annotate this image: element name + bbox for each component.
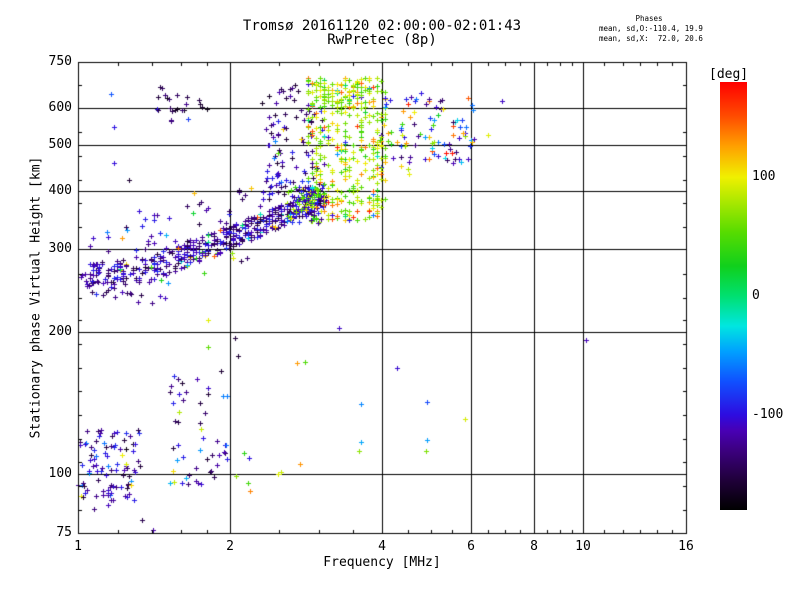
colorbar-tick-label: -100 bbox=[752, 407, 784, 422]
y-tick-label: 750 bbox=[48, 54, 72, 69]
colorbar-unit-label: [deg] bbox=[709, 67, 749, 82]
x-tick-label: 2 bbox=[226, 539, 234, 554]
x-tick-label: 6 bbox=[467, 539, 475, 554]
phase-stats-heading: Phases bbox=[635, 14, 663, 23]
y-tick-label: 400 bbox=[48, 183, 72, 198]
phase-stats-x-mode: mean, sd,X: 72.0, 20.6 bbox=[599, 34, 703, 43]
y-tick-label: 200 bbox=[48, 324, 72, 339]
x-tick-label: 4 bbox=[378, 539, 386, 554]
y-tick-label: 100 bbox=[48, 466, 72, 481]
ionogram-page: Tromsø 20161120 02:00:00-02:01:43 RwPret… bbox=[0, 0, 800, 600]
x-tick-label: 16 bbox=[678, 539, 694, 554]
colorbar-tick-label: 0 bbox=[752, 288, 760, 303]
colorbar bbox=[720, 82, 747, 510]
phase-stats-block: Phases mean, sd,O:-110.4, 19.9 mean, sd,… bbox=[599, 14, 721, 44]
x-axis-title: Frequency [MHz] bbox=[323, 555, 441, 570]
y-tick-label: 75 bbox=[56, 525, 72, 540]
x-tick-label: 8 bbox=[530, 539, 538, 554]
y-tick-label: 600 bbox=[48, 100, 72, 115]
phase-stats-o-mode: mean, sd,O:-110.4, 19.9 bbox=[599, 24, 703, 33]
ionogram-plot-canvas bbox=[0, 0, 800, 600]
plot-subtitle: RwPretec (8p) bbox=[327, 32, 437, 48]
y-tick-label: 300 bbox=[48, 241, 72, 256]
colorbar-tick-label: 100 bbox=[752, 169, 776, 184]
y-tick-label: 500 bbox=[48, 137, 72, 152]
x-tick-label: 10 bbox=[575, 539, 591, 554]
x-tick-label: 1 bbox=[74, 539, 82, 554]
